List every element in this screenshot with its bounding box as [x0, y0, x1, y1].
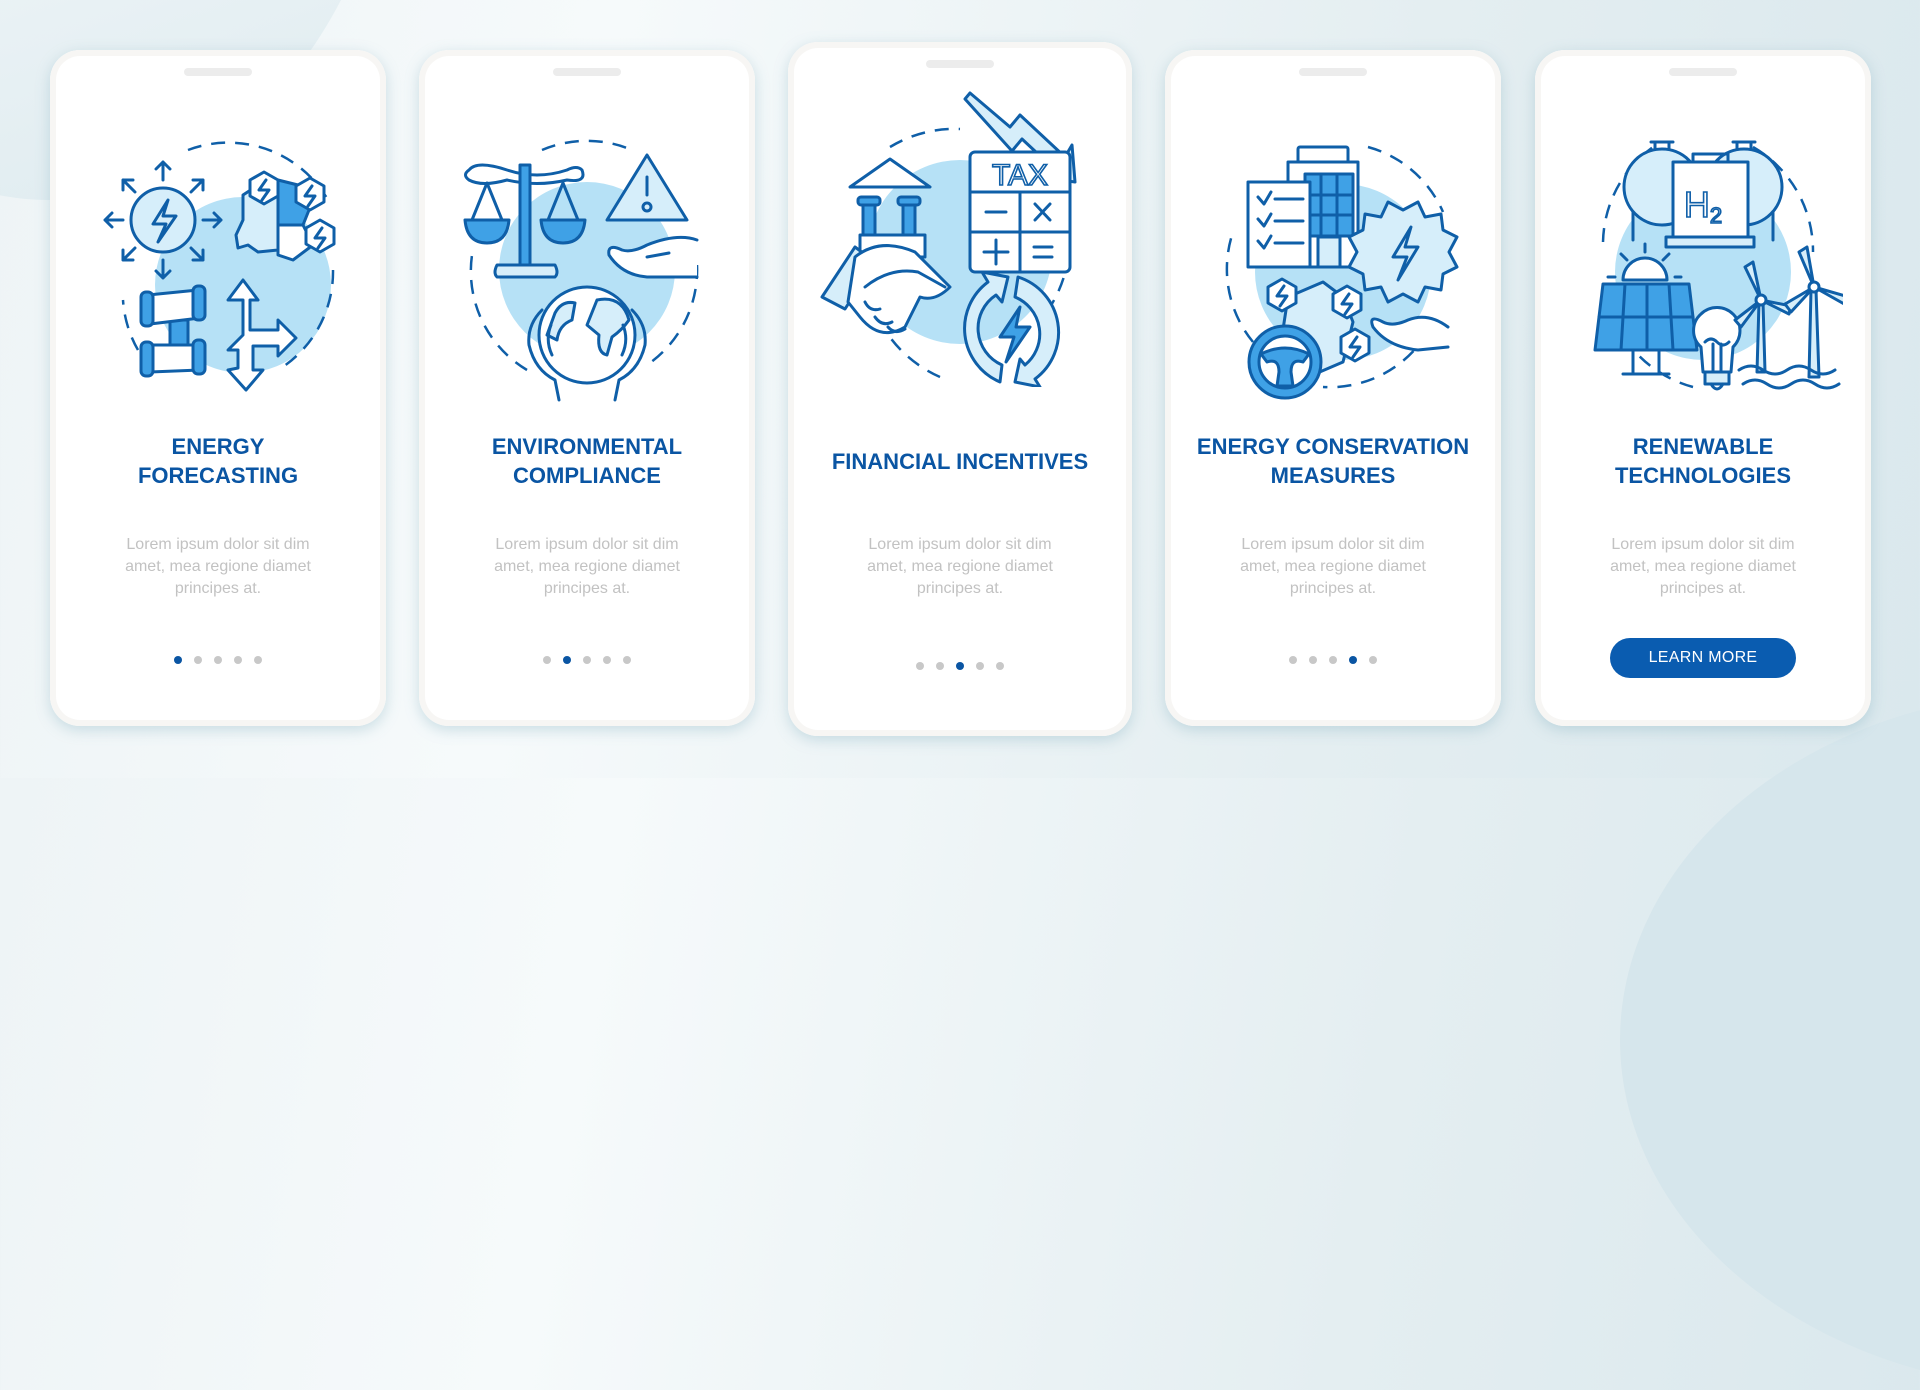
solar-panel-icon — [1593, 282, 1699, 376]
onboarding-card-environmental-compliance: ENVIRONMENTAL COMPLIANCE Lorem ipsum dol… — [419, 50, 755, 726]
card-description: Lorem ipsum dolor sit dim amet, mea regi… — [867, 536, 1053, 597]
page-dot-2[interactable] — [1309, 656, 1317, 664]
onboarding-card-financial-incentives: TAX FINANCIAL INCENTIVES Lorem ipsum dol… — [788, 42, 1132, 736]
card-title: RENEWABLE TECHNOLOGIES — [1614, 434, 1791, 488]
onboarding-card-energy-conservation: ENERGY CONSERVATION MEASURES Lorem ipsum… — [1165, 50, 1501, 726]
page-dot-4[interactable] — [234, 656, 242, 664]
page-dot-3[interactable] — [1329, 656, 1337, 664]
page-dot-1[interactable] — [916, 662, 924, 670]
page-dot-2[interactable] — [936, 662, 944, 670]
power-hub-icon — [103, 160, 223, 280]
background-swoosh-bottom — [1620, 690, 1920, 1390]
card-description: Lorem ipsum dolor sit dim amet, mea regi… — [125, 536, 311, 597]
steering-wheel-icon — [1247, 324, 1323, 400]
tax-label: TAX — [992, 159, 1048, 192]
page-dot-4[interactable] — [603, 656, 611, 664]
financial-incentives-illustration: TAX — [820, 91, 1077, 387]
gear-lightning-icon — [1347, 200, 1459, 304]
page-indicator — [419, 656, 755, 664]
phone-notch — [1669, 68, 1737, 76]
card-description: Lorem ipsum dolor sit dim amet, mea regi… — [494, 536, 680, 597]
light-bulb-icon — [1692, 306, 1742, 391]
checklist-icon — [1246, 180, 1312, 269]
card-title: ENERGY FORECASTING — [137, 434, 299, 488]
renewable-technologies-illustration: H2 — [1593, 140, 1843, 391]
learn-more-button[interactable]: LEARN MORE — [1610, 638, 1796, 678]
page-dot-5[interactable] — [254, 656, 262, 664]
page-dot-5[interactable] — [996, 662, 1004, 670]
energy-conservation-illustration — [1225, 145, 1459, 400]
page-dot-3-active[interactable] — [956, 662, 964, 670]
page-dot-1[interactable] — [543, 656, 551, 664]
warning-icon — [605, 153, 689, 222]
phone-notch — [926, 60, 994, 68]
page-indicator — [50, 656, 386, 664]
onboarding-card-renewable-technologies: H2 RENEWABLE TECHNOLOGIES Lorem ipsum do… — [1535, 50, 1871, 726]
tax-calculator-icon: TAX — [968, 150, 1072, 274]
page-dot-1-active[interactable] — [174, 656, 182, 664]
page-dot-3[interactable] — [214, 656, 222, 664]
page-dot-2[interactable] — [194, 656, 202, 664]
phone-notch — [553, 68, 621, 76]
energy-forecasting-illustration — [103, 141, 336, 392]
phone-notch — [1299, 68, 1367, 76]
map-region-icon — [234, 170, 336, 262]
page-indicator — [788, 662, 1132, 670]
page-dot-2-active[interactable] — [563, 656, 571, 664]
card-description: Lorem ipsum dolor sit dim amet, mea regi… — [1610, 536, 1796, 597]
card-description: Lorem ipsum dolor sit dim amet, mea regi… — [1240, 536, 1426, 597]
page-dot-1[interactable] — [1289, 656, 1297, 664]
page-dot-3[interactable] — [583, 656, 591, 664]
onboarding-card-energy-forecasting: ENERGY FORECASTING Lorem ipsum dolor sit… — [50, 50, 386, 726]
card-title: FINANCIAL INCENTIVES — [831, 449, 1089, 474]
environmental-compliance-illustration — [463, 139, 699, 402]
page-indicator — [1165, 656, 1501, 664]
page-dot-4-active[interactable] — [1349, 656, 1357, 664]
card-title: ENVIRONMENTAL COMPLIANCE — [491, 434, 683, 488]
page-dot-5[interactable] — [623, 656, 631, 664]
phone-notch — [184, 68, 252, 76]
card-title: ENERGY CONSERVATION MEASURES — [1196, 434, 1470, 488]
page-dot-5[interactable] — [1369, 656, 1377, 664]
page-dot-4[interactable] — [976, 662, 984, 670]
